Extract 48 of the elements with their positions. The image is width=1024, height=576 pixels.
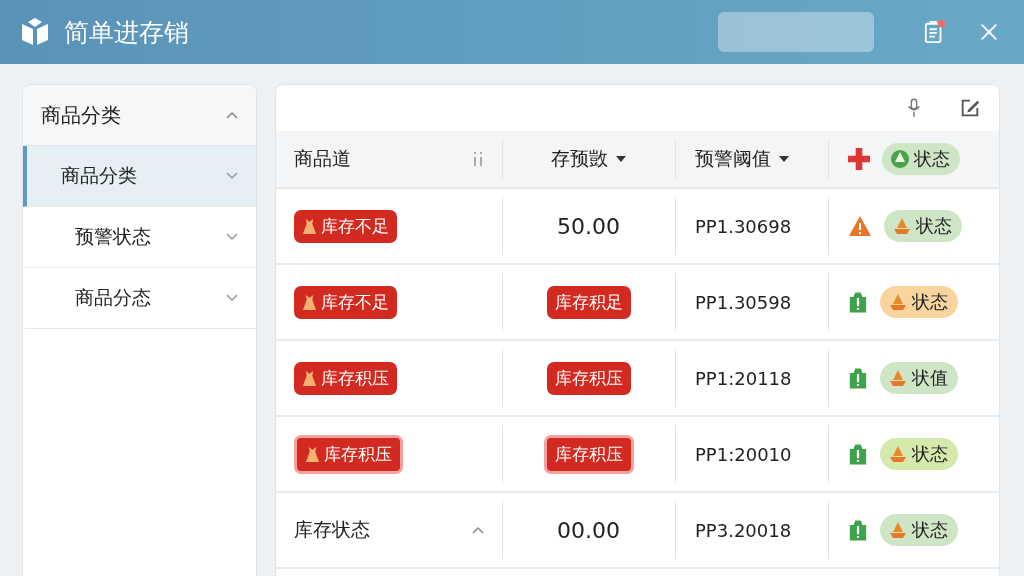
table-cell: PP1:20118 <box>695 367 792 389</box>
plus-icon[interactable] <box>848 148 870 170</box>
column-header[interactable]: 预警阈值 <box>695 146 771 172</box>
close-icon[interactable] <box>978 21 1000 43</box>
stock-tag: 库存积压 <box>294 434 403 474</box>
sort-caret-icon[interactable] <box>616 156 626 162</box>
edit-icon[interactable] <box>959 97 981 119</box>
stock-tag: 库存积压 <box>546 361 631 395</box>
status-pill: 状态 <box>880 286 958 318</box>
chevron-down-icon <box>226 294 238 302</box>
microphone-icon[interactable] <box>907 97 921 119</box>
alert-icon <box>848 366 868 390</box>
sidebar-group-header[interactable]: 商品分类 <box>23 85 256 146</box>
table-cell: PP3.20018 <box>695 519 792 541</box>
status-pill: 状态 <box>880 514 958 546</box>
stock-tag: 库存积足 <box>546 285 631 319</box>
chevron-up-icon <box>226 111 238 119</box>
notes-icon[interactable] <box>924 20 946 44</box>
sidebar-item[interactable]: 预警状态 <box>23 207 256 268</box>
stock-tag: 库存不足 <box>294 285 397 319</box>
chevron-down-icon <box>226 172 238 180</box>
table-cell: 50.00 <box>557 213 620 239</box>
alert-icon <box>848 518 868 542</box>
sort-caret-icon[interactable] <box>779 156 789 162</box>
table-cell-text: 库存状态 <box>294 517 370 542</box>
table-cell: PP1:20010 <box>695 443 792 465</box>
sidebar-item[interactable]: 商品分类 <box>23 146 256 207</box>
alert-icon <box>848 290 868 314</box>
stock-tag: 库存积压 <box>294 361 397 395</box>
chevron-up-icon <box>472 526 484 534</box>
table-cell: 00.00 <box>557 517 620 543</box>
app-title: 简单进存销 <box>64 16 189 49</box>
sidebar-item[interactable]: 商品分态 <box>23 268 256 329</box>
logo-icon <box>20 18 50 46</box>
status-pill: 状态 <box>882 143 960 175</box>
status-pill: 状值 <box>880 362 958 394</box>
stock-tag: 库存积压 <box>543 434 634 474</box>
warning-icon <box>848 215 872 237</box>
stock-tag: 库存不足 <box>294 209 397 243</box>
column-options-icon[interactable] <box>472 151 484 167</box>
status-pill: 状态 <box>884 210 962 242</box>
table-cell: PP1.30698 <box>695 215 792 237</box>
column-header[interactable]: 存预敳 <box>551 146 608 172</box>
column-header[interactable]: 商品道 <box>294 146 351 172</box>
status-pill: 状态 <box>880 438 958 470</box>
chevron-down-icon <box>226 233 238 241</box>
table-cell: PP1.30598 <box>695 291 792 313</box>
alert-icon <box>848 442 868 466</box>
